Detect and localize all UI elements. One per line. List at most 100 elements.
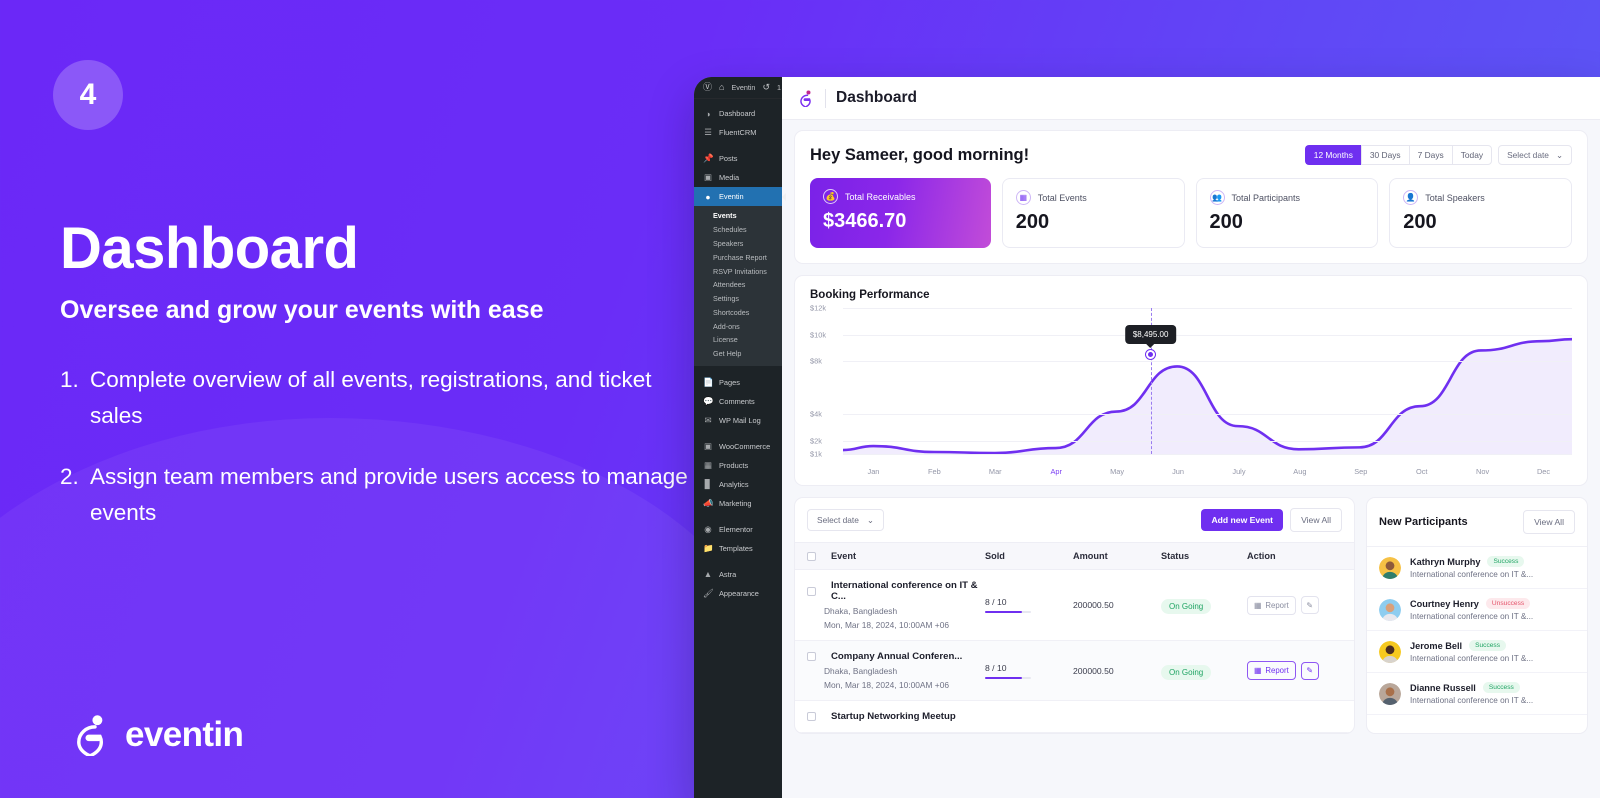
select-date-dropdown[interactable]: Select date ⌄ [1498,145,1572,165]
table-row[interactable]: Startup Networking Meetup [795,701,1354,733]
participants-icon: 👥 [1209,190,1225,205]
row-event-cell: International conference on IT & C... Dh… [807,580,985,630]
submenu-item-rsvp-invitations[interactable]: RSVP Invitations [694,264,782,278]
sidebar-item-analytics[interactable]: ▊ Analytics [694,475,782,494]
greeting-text: Hey Sameer, good morning! [810,145,1030,164]
sidebar-item-dashboard[interactable]: ◑ Dashboard [694,104,782,123]
select-all-checkbox[interactable] [807,551,816,561]
list-item[interactable]: Dianne Russell Success International con… [1367,673,1587,715]
appearance-icon: 🖌 [703,587,714,598]
range-30-days[interactable]: 30 Days [1360,145,1409,165]
main-content: Dashboard Hey Sameer, good morning! 12 M… [782,77,1600,798]
avatar [1379,598,1401,621]
sidebar-item-products[interactable]: ▦ Products [694,456,782,475]
stat-card-total-events[interactable]: ▦ Total Events 200 [1001,178,1185,248]
participant-status-badge: Success [1469,640,1507,651]
event-name: Company Annual Conferen... [831,651,963,662]
x-axis-tick: Feb [928,467,941,476]
avatar [1379,556,1401,579]
sold-progress-bar [985,676,1031,679]
events-view-all-button[interactable]: View All [1290,508,1342,532]
gridline [843,334,1572,336]
submenu-item-events[interactable]: Events [694,209,782,223]
list-item[interactable]: Kathryn Murphy Success International con… [1367,547,1587,589]
sidebar-item-fluentcrm[interactable]: ☰ FluentCRM [694,123,782,142]
participants-view-all-button[interactable]: View All [1523,510,1575,534]
add-new-event-button[interactable]: Add new Event [1201,509,1284,531]
stat-card-total-receivables[interactable]: 💰 Total Receivables $3466.70 [810,178,991,248]
sidebar-item-appearance[interactable]: 🖌 Appearance [694,584,782,603]
avatar [1379,640,1401,663]
speakers-icon: 👤 [1403,190,1419,205]
stat-header: 👥 Total Participants [1209,190,1365,205]
row-amount: 200000.50 [1073,665,1114,676]
wp-menu: ◑ Dashboard ☰ FluentCRM 📌 Posts ▣ Media … [694,99,786,603]
participant-info: Jerome Bell Success International confer… [1410,640,1533,663]
submenu-item-speakers[interactable]: Speakers [694,237,782,251]
participant-event: International conference on IT &... [1410,570,1534,579]
range-7-days[interactable]: 7 Days [1408,145,1452,165]
y-axis-tick: $12k [810,303,827,313]
participant-name-line: Kathryn Murphy Success [1410,556,1533,567]
promo-bullet-item: 1. Complete overview of all events, regi… [60,362,690,435]
range-12-months[interactable]: 12 Months [1304,145,1361,165]
sidebar-item-comments[interactable]: 💬 Comments [694,392,782,411]
x-axis-tick: Mar [988,467,1002,476]
wordpress-icon[interactable]: Ⓥ [703,83,712,92]
chart-area[interactable]: $12k $10k $8k $4k $2k $1k Jan Feb Mar Apr May Jun J… [810,304,1572,476]
submenu-item-license[interactable]: License [694,333,782,347]
updates-icon[interactable]: ↺ [762,83,770,92]
row-status-cell: On Going [1161,662,1247,680]
row-checkbox[interactable] [807,586,816,596]
edit-icon-button[interactable]: ✎ [1300,596,1319,614]
sidebar-item-eventin[interactable]: ● Eventin [694,187,786,206]
row-checkbox[interactable] [807,712,816,721]
sidebar-item-astra[interactable]: ▲ Astra [694,565,782,584]
table-row[interactable]: International conference on IT & C... Dh… [795,570,1354,641]
submenu-item-settings[interactable]: Settings [694,292,782,306]
promo-subtitle: Oversee and grow your events with ease [60,296,544,324]
edit-icon-button[interactable]: ✎ [1300,661,1319,680]
sidebar-item-posts[interactable]: 📌 Posts [694,149,782,168]
chart-bar-icon: ▦ [1254,600,1262,610]
sidebar-item-media[interactable]: ▣ Media [694,168,782,187]
submenu-item-attendees[interactable]: Attendees [694,278,782,292]
sidebar-item-wp-mail-log[interactable]: ✉ WP Mail Log [694,411,782,430]
promo-title: Dashboard [60,216,359,281]
stat-card-total-participants[interactable]: 👥 Total Participants 200 [1195,178,1379,248]
row-actions: ▦ Report ✎ [1247,661,1342,680]
sidebar-item-marketing[interactable]: 📣 Marketing [694,494,782,513]
report-button[interactable]: ▦ Report [1247,595,1296,615]
sidebar-item-elementor[interactable]: ◉ Elementor [694,520,782,539]
sidebar-item-label: Astra [719,569,737,579]
sidebar-item-label: Media [719,173,740,182]
range-today[interactable]: Today [1451,145,1493,165]
submenu-item-get-help[interactable]: Get Help [694,347,782,361]
bullet-text: Assign team members and provide users ac… [90,463,688,526]
row-actions: ▦ Report ✎ [1247,595,1342,615]
sidebar-item-woocommerce[interactable]: ▣ WooCommerce [694,437,782,456]
gridline [843,414,1572,416]
home-icon[interactable]: ⌂ [719,83,724,92]
table-row[interactable]: Company Annual Conferen... Dhaka, Bangla… [795,641,1354,701]
column-header-amount: Amount [1073,551,1108,561]
report-button[interactable]: ▦ Report [1247,661,1296,680]
y-axis-tick: $4k [810,409,822,419]
report-label: Report [1265,600,1289,610]
stat-card-total-speakers[interactable]: 👤 Total Speakers 200 [1389,178,1572,248]
submenu-item-purchase-report[interactable]: Purchase Report [694,250,782,264]
list-item[interactable]: Courtney Henry Unsuccess International c… [1367,589,1587,631]
participant-name: Jerome Bell [1410,640,1463,651]
list-item[interactable]: Jerome Bell Success International confer… [1367,631,1587,673]
stat-header: ▦ Total Events [1015,190,1171,205]
submenu-item-shortcodes[interactable]: Shortcodes [694,305,782,319]
sidebar-item-pages[interactable]: 📄 Pages [694,373,782,392]
wp-site-name[interactable]: Eventin [731,83,755,92]
submenu-item-schedules[interactable]: Schedules [694,223,782,237]
sidebar-item-templates[interactable]: 📁 Templates [694,539,782,558]
submenu-item-add-ons[interactable]: Add-ons [694,319,782,333]
row-checkbox[interactable] [807,652,816,661]
eventin-logo-text: eventin [125,715,244,754]
sidebar-item-label: Products [719,460,749,470]
table-select-date-dropdown[interactable]: Select date ⌄ [807,509,884,531]
